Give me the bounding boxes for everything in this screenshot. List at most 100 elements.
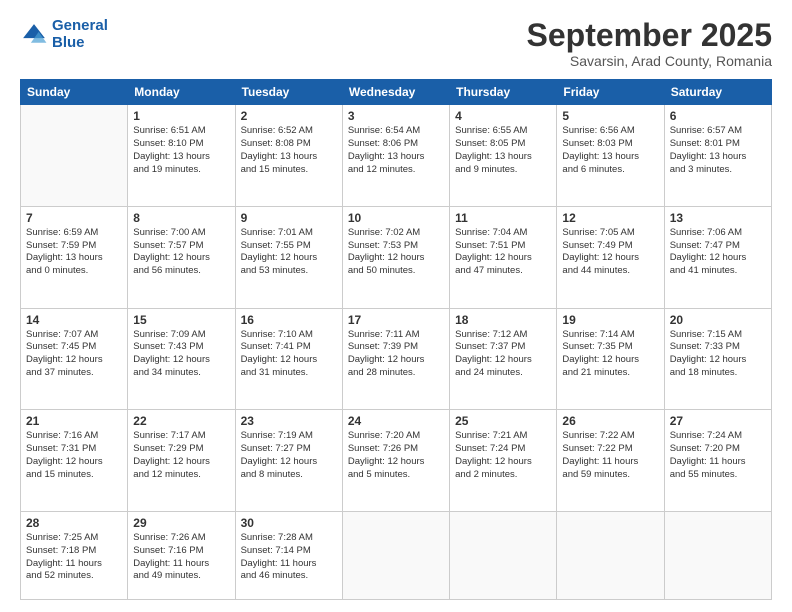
table-row: 23 Sunrise: 7:19 AM Sunset: 7:27 PM Dayli… xyxy=(235,410,342,512)
table-row: 15 Sunrise: 7:09 AM Sunset: 7:43 PM Dayli… xyxy=(128,308,235,410)
header-tuesday: Tuesday xyxy=(235,80,342,105)
header-monday: Monday xyxy=(128,80,235,105)
table-row: 24 Sunrise: 7:20 AM Sunset: 7:26 PM Dayli… xyxy=(342,410,449,512)
day-info: Sunrise: 7:00 AM Sunset: 7:57 PM Dayligh… xyxy=(133,227,229,278)
day-info: Sunrise: 6:55 AM Sunset: 8:05 PM Dayligh… xyxy=(455,125,551,176)
day-info: Sunrise: 7:19 AM Sunset: 7:27 PM Dayligh… xyxy=(241,430,337,481)
table-row: 17 Sunrise: 7:11 AM Sunset: 7:39 PM Dayli… xyxy=(342,308,449,410)
day-number: 24 xyxy=(348,414,444,428)
day-number: 16 xyxy=(241,313,337,327)
day-number: 4 xyxy=(455,109,551,123)
table-row: 6Sunrise: 6:57 AM Sunset: 8:01 PM Daylig… xyxy=(664,105,771,207)
logo-general: General xyxy=(52,17,108,34)
day-info: Sunrise: 6:56 AM Sunset: 8:03 PM Dayligh… xyxy=(562,125,658,176)
day-info: Sunrise: 7:25 AM Sunset: 7:18 PM Dayligh… xyxy=(26,532,122,583)
day-info: Sunrise: 7:20 AM Sunset: 7:26 PM Dayligh… xyxy=(348,430,444,481)
day-number: 22 xyxy=(133,414,229,428)
day-number: 23 xyxy=(241,414,337,428)
day-number: 26 xyxy=(562,414,658,428)
day-info: Sunrise: 7:04 AM Sunset: 7:51 PM Dayligh… xyxy=(455,227,551,278)
table-row: 10 Sunrise: 7:02 AM Sunset: 7:53 PM Dayli… xyxy=(342,206,449,308)
table-row: 9 Sunrise: 7:01 AM Sunset: 7:55 PM Daylig… xyxy=(235,206,342,308)
day-number: 27 xyxy=(670,414,766,428)
table-row: 3Sunrise: 6:54 AM Sunset: 8:06 PM Daylig… xyxy=(342,105,449,207)
day-number: 28 xyxy=(26,516,122,530)
day-info: Sunrise: 7:02 AM Sunset: 7:53 PM Dayligh… xyxy=(348,227,444,278)
page: General Blue September 2025 Savarsin, Ar… xyxy=(0,0,792,612)
table-row: 2 Sunrise: 6:52 AM Sunset: 8:08 PM Daylig… xyxy=(235,105,342,207)
day-info: Sunrise: 7:28 AM Sunset: 7:14 PM Dayligh… xyxy=(241,532,337,583)
table-row: 28 Sunrise: 7:25 AM Sunset: 7:18 PM Dayli… xyxy=(21,511,128,599)
day-info: Sunrise: 6:52 AM Sunset: 8:08 PM Dayligh… xyxy=(241,125,337,176)
day-number: 19 xyxy=(562,313,658,327)
day-number: 29 xyxy=(133,516,229,530)
calendar-table: Sunday Monday Tuesday Wednesday Thursday… xyxy=(20,79,772,600)
logo-blue-text: Blue xyxy=(52,34,85,51)
day-info: Sunrise: 7:12 AM Sunset: 7:37 PM Dayligh… xyxy=(455,329,551,380)
day-number: 30 xyxy=(241,516,337,530)
day-number: 2 xyxy=(241,109,337,123)
day-info: Sunrise: 7:26 AM Sunset: 7:16 PM Dayligh… xyxy=(133,532,229,583)
day-number: 1 xyxy=(133,109,229,123)
day-info: Sunrise: 6:59 AM Sunset: 7:59 PM Dayligh… xyxy=(26,227,122,278)
logo-text: General Blue xyxy=(52,18,108,51)
month-title: September 2025 xyxy=(527,18,772,53)
table-row: 13 Sunrise: 7:06 AM Sunset: 7:47 PM Dayli… xyxy=(664,206,771,308)
day-info: Sunrise: 6:51 AM Sunset: 8:10 PM Dayligh… xyxy=(133,125,229,176)
day-number: 17 xyxy=(348,313,444,327)
day-number: 10 xyxy=(348,211,444,225)
day-number: 8 xyxy=(133,211,229,225)
table-row: 8 Sunrise: 7:00 AM Sunset: 7:57 PM Daylig… xyxy=(128,206,235,308)
logo-icon xyxy=(20,21,48,49)
day-number: 13 xyxy=(670,211,766,225)
table-row xyxy=(21,105,128,207)
day-info: Sunrise: 7:17 AM Sunset: 7:29 PM Dayligh… xyxy=(133,430,229,481)
table-row xyxy=(664,511,771,599)
day-info: Sunrise: 6:57 AM Sunset: 8:01 PM Dayligh… xyxy=(670,125,766,176)
table-row: 12Sunrise: 7:05 AM Sunset: 7:49 PM Dayli… xyxy=(557,206,664,308)
header-saturday: Saturday xyxy=(664,80,771,105)
table-row: 11 Sunrise: 7:04 AM Sunset: 7:51 PM Dayli… xyxy=(450,206,557,308)
table-row xyxy=(557,511,664,599)
table-row: 27Sunrise: 7:24 AM Sunset: 7:20 PM Dayli… xyxy=(664,410,771,512)
day-number: 9 xyxy=(241,211,337,225)
table-row xyxy=(450,511,557,599)
day-info: Sunrise: 7:07 AM Sunset: 7:45 PM Dayligh… xyxy=(26,329,122,380)
table-row: 26 Sunrise: 7:22 AM Sunset: 7:22 PM Dayli… xyxy=(557,410,664,512)
day-info: Sunrise: 7:10 AM Sunset: 7:41 PM Dayligh… xyxy=(241,329,337,380)
day-info: Sunrise: 7:05 AM Sunset: 7:49 PM Dayligh… xyxy=(562,227,658,278)
header-friday: Friday xyxy=(557,80,664,105)
table-row: 21Sunrise: 7:16 AM Sunset: 7:31 PM Dayli… xyxy=(21,410,128,512)
table-row: 4 Sunrise: 6:55 AM Sunset: 8:05 PM Daylig… xyxy=(450,105,557,207)
day-info: Sunrise: 7:22 AM Sunset: 7:22 PM Dayligh… xyxy=(562,430,658,481)
header-thursday: Thursday xyxy=(450,80,557,105)
table-row: 30 Sunrise: 7:28 AM Sunset: 7:14 PM Dayli… xyxy=(235,511,342,599)
day-info: Sunrise: 7:01 AM Sunset: 7:55 PM Dayligh… xyxy=(241,227,337,278)
day-info: Sunrise: 7:14 AM Sunset: 7:35 PM Dayligh… xyxy=(562,329,658,380)
day-info: Sunrise: 7:09 AM Sunset: 7:43 PM Dayligh… xyxy=(133,329,229,380)
table-row: 16 Sunrise: 7:10 AM Sunset: 7:41 PM Dayli… xyxy=(235,308,342,410)
header: General Blue September 2025 Savarsin, Ar… xyxy=(20,18,772,69)
table-row: 5 Sunrise: 6:56 AM Sunset: 8:03 PM Daylig… xyxy=(557,105,664,207)
table-row: 7Sunrise: 6:59 AM Sunset: 7:59 PM Daylig… xyxy=(21,206,128,308)
table-row: 14Sunrise: 7:07 AM Sunset: 7:45 PM Dayli… xyxy=(21,308,128,410)
table-row xyxy=(342,511,449,599)
day-number: 11 xyxy=(455,211,551,225)
table-row: 20 Sunrise: 7:15 AM Sunset: 7:33 PM Dayli… xyxy=(664,308,771,410)
day-info: Sunrise: 7:06 AM Sunset: 7:47 PM Dayligh… xyxy=(670,227,766,278)
day-number: 21 xyxy=(26,414,122,428)
day-number: 5 xyxy=(562,109,658,123)
day-info: Sunrise: 6:54 AM Sunset: 8:06 PM Dayligh… xyxy=(348,125,444,176)
table-row: 25Sunrise: 7:21 AM Sunset: 7:24 PM Dayli… xyxy=(450,410,557,512)
header-sunday: Sunday xyxy=(21,80,128,105)
day-number: 25 xyxy=(455,414,551,428)
table-row: 29 Sunrise: 7:26 AM Sunset: 7:16 PM Dayli… xyxy=(128,511,235,599)
day-number: 18 xyxy=(455,313,551,327)
table-row: 18 Sunrise: 7:12 AM Sunset: 7:37 PM Dayli… xyxy=(450,308,557,410)
day-info: Sunrise: 7:11 AM Sunset: 7:39 PM Dayligh… xyxy=(348,329,444,380)
day-info: Sunrise: 7:15 AM Sunset: 7:33 PM Dayligh… xyxy=(670,329,766,380)
day-number: 20 xyxy=(670,313,766,327)
day-number: 15 xyxy=(133,313,229,327)
weekday-header-row: Sunday Monday Tuesday Wednesday Thursday… xyxy=(21,80,772,105)
table-row: 22 Sunrise: 7:17 AM Sunset: 7:29 PM Dayli… xyxy=(128,410,235,512)
